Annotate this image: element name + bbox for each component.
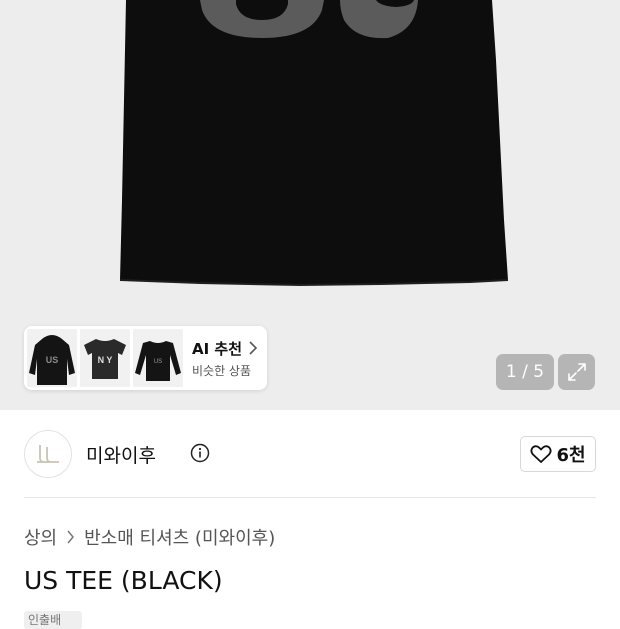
chevron-right-icon [67,530,75,544]
heart-icon [530,445,552,463]
section-divider [24,497,596,498]
thumbnail-hoodie[interactable]: US [27,329,77,387]
product-title: US TEE (BLACK) [24,566,223,595]
like-button[interactable]: 6천 [520,436,596,472]
breadcrumb: 상의 반소매 티셔츠 (미와이후) [24,524,275,550]
ai-recommend-title: AI 추천 [192,339,243,358]
thumbnail-print-text: US [46,355,59,365]
info-icon[interactable] [190,443,210,463]
thumbnail-print-text: US [154,359,162,365]
product-image-gallery[interactable]: US N Y US AI 추천 비슷한 상품 1 / 5 [0,0,620,410]
ai-recommend-text[interactable]: AI 추천 비슷한 상품 [192,337,258,379]
brand-name[interactable]: 미와이후 [86,441,156,468]
brand-logo-icon [37,445,59,463]
product-tag: 인출배 [24,611,82,629]
ai-recommend-card[interactable]: US N Y US AI 추천 비슷한 상품 [24,326,267,390]
thumbnail-tee-ny[interactable]: N Y [80,329,130,387]
ai-recommend-subtitle: 비슷한 상품 [192,364,252,378]
thumbnail-print-text: N Y [98,355,113,365]
chevron-right-icon [249,341,258,355]
brand-logo-avatar[interactable] [24,430,72,478]
image-counter: 1 / 5 [496,354,554,390]
expand-icon [567,363,586,381]
breadcrumb-category[interactable]: 상의 [24,524,57,550]
breadcrumb-subcategory[interactable]: 반소매 티셔츠 (미와이후) [84,524,275,550]
brand-row: 미와이후 6천 [24,430,596,478]
like-count: 6천 [556,445,586,466]
expand-button[interactable] [558,354,595,390]
thumbnail-longsleeve[interactable]: US [133,329,183,387]
